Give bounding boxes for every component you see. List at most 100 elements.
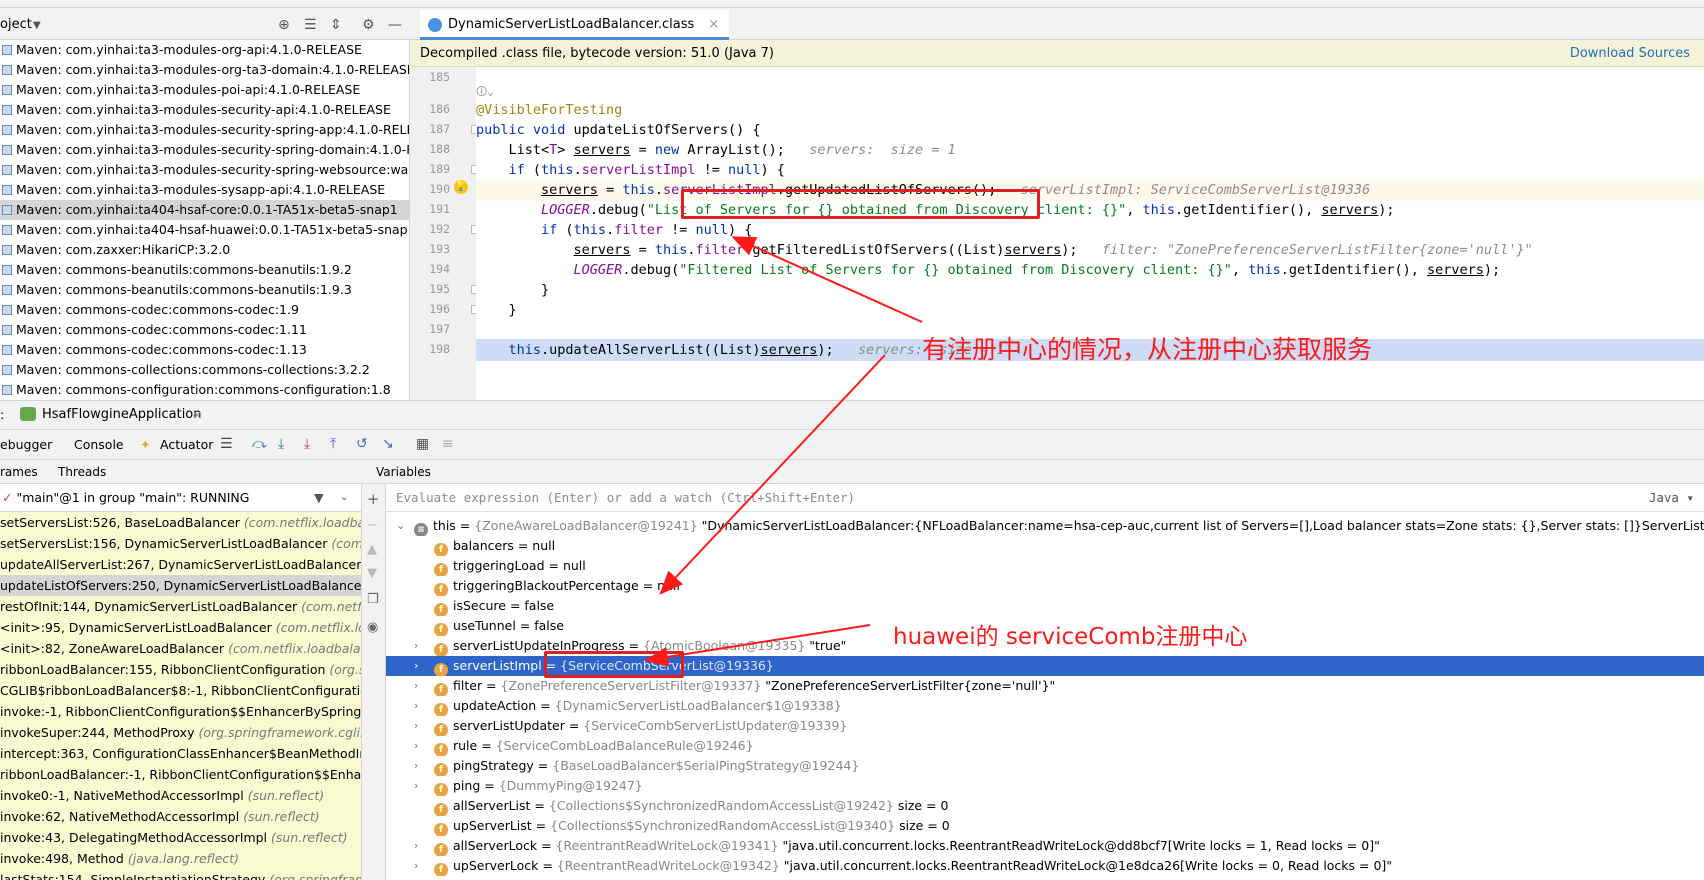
- project-tree-item[interactable]: Maven: com.yinhai:ta3-modules-security-s…: [0, 140, 409, 160]
- project-panel-title[interactable]: oject: [0, 17, 32, 32]
- variable-row[interactable]: f triggeringLoad = null: [386, 556, 1704, 576]
- chevron-right-icon[interactable]: ›: [414, 776, 418, 796]
- minimize-icon[interactable]: —: [388, 17, 402, 33]
- variable-row[interactable]: f balancers = null: [386, 536, 1704, 556]
- stack-frame[interactable]: intercept:363, ConfigurationClassEnhance…: [0, 743, 361, 764]
- variable-row[interactable]: › f filter = {ZonePreferenceServerListFilt…: [386, 676, 1704, 696]
- run-config-tab[interactable]: HsafFlowgineApplication: [42, 407, 202, 422]
- chevron-right-icon[interactable]: ›: [414, 736, 418, 756]
- stack-frame[interactable]: invoke:498, Method (java.lang.reflect): [0, 848, 361, 869]
- stack-frame[interactable]: CGLIB$ribbonLoadBalancer$8:-1, RibbonCli…: [0, 680, 361, 701]
- chevron-down-icon[interactable]: ▼: [33, 20, 41, 31]
- variable-row[interactable]: f triggeringBlackoutPercentage = null: [386, 576, 1704, 596]
- chevron-right-icon[interactable]: ›: [414, 656, 418, 676]
- stack-frame[interactable]: ribbonLoadBalancer:155, RibbonClientConf…: [0, 659, 361, 680]
- project-tree-item[interactable]: Maven: com.yinhai:ta3-modules-security-s…: [0, 120, 409, 140]
- add-watch-icon[interactable]: +: [367, 490, 380, 508]
- variable-row[interactable]: f upServerList = {Collections$Synchronize…: [386, 816, 1704, 836]
- project-tree-item[interactable]: Maven: commons-codec:commons-codec:1.9: [0, 300, 409, 320]
- step-into-icon[interactable]: ⤓: [278, 436, 284, 452]
- move-up-icon[interactable]: ▲: [367, 542, 377, 557]
- run-to-cursor-icon[interactable]: ↘: [382, 436, 394, 452]
- project-tree-item[interactable]: Maven: com.yinhai:ta3-modules-poi-api:4.…: [0, 80, 409, 100]
- chevron-right-icon[interactable]: ›: [414, 756, 418, 776]
- stack-frame[interactable]: invoke:-1, RibbonClientConfiguration$$En…: [0, 701, 361, 722]
- tab-debugger[interactable]: ebugger: [0, 437, 52, 452]
- copy-icon[interactable]: ❐: [367, 592, 379, 607]
- project-tree-item[interactable]: Maven: com.zaxxer:HikariCP:3.2.0: [0, 240, 409, 260]
- filter-icon[interactable]: ▼: [314, 484, 324, 512]
- variable-row[interactable]: ⌄ ≡ this = {ZoneAwareLoadBalancer@19241} "…: [386, 516, 1704, 536]
- chevron-right-icon[interactable]: ›: [414, 836, 418, 856]
- project-tree-item[interactable]: Maven: commons-beanutils:commons-beanuti…: [0, 280, 409, 300]
- tab-dynamic-server-list-load-balancer[interactable]: DynamicServerListLoadBalancer.class ×: [420, 10, 730, 40]
- chevron-down-icon[interactable]: ⌄: [396, 516, 405, 536]
- chevron-right-icon[interactable]: ›: [414, 856, 418, 876]
- expand-icon[interactable]: ⇕: [330, 17, 342, 33]
- variable-row[interactable]: › f upServerLock = {ReentrantReadWriteLock…: [386, 856, 1704, 876]
- stack-frame[interactable]: lastStats:154, SimpleInstantiationStrate…: [0, 869, 361, 880]
- chevron-right-icon[interactable]: ›: [414, 636, 418, 656]
- variable-row[interactable]: › f updateAction = {DynamicServerListLoadB…: [386, 696, 1704, 716]
- variable-row[interactable]: f isSecure = false: [386, 596, 1704, 616]
- project-tree-item[interactable]: Maven: com.yinhai:ta3-modules-org-ta3-do…: [0, 60, 409, 80]
- close-icon[interactable]: ×: [708, 17, 719, 32]
- locate-icon[interactable]: ⊕: [278, 17, 290, 33]
- project-tree-item[interactable]: Maven: commons-collections:commons-colle…: [0, 360, 409, 380]
- variable-row[interactable]: › f allServerLock = {ReentrantReadWriteLoc…: [386, 836, 1704, 856]
- project-tree-item[interactable]: Maven: com.yinhai:ta3-modules-org-api:4.…: [0, 40, 409, 60]
- stack-frame[interactable]: invoke0:-1, NativeMethodAccessorImpl (su…: [0, 785, 361, 806]
- variable-row[interactable]: › f serverListUpdater = {ServiceCombServer…: [386, 716, 1704, 736]
- chevron-right-icon[interactable]: ›: [414, 716, 418, 736]
- stack-frame[interactable]: restOfInit:144, DynamicServerListLoadBal…: [0, 596, 361, 617]
- stack-frame[interactable]: invoke:62, NativeMethodAccessorImpl (sun…: [0, 806, 361, 827]
- project-tree-item[interactable]: Maven: com.yinhai:ta3-modules-security-a…: [0, 100, 409, 120]
- stack-frame[interactable]: invokeSuper:244, MethodProxy (org.spring…: [0, 722, 361, 743]
- chevron-down-icon[interactable]: ⌄: [340, 484, 348, 512]
- thread-selector[interactable]: ✓ "main"@1 in group "main": RUNNING ▼ ⌄: [0, 484, 361, 512]
- project-tree-item[interactable]: Maven: com.yinhai:ta3-modules-security-s…: [0, 160, 409, 180]
- project-tree-item[interactable]: Maven: commons-configuration:commons-con…: [0, 380, 409, 400]
- collapse-all-icon[interactable]: ☰: [304, 17, 317, 33]
- trace-icon[interactable]: ≡: [442, 436, 454, 452]
- close-icon[interactable]: ×: [192, 407, 202, 422]
- project-tree-item[interactable]: Maven: commons-beanutils:commons-beanuti…: [0, 260, 409, 280]
- download-sources-link[interactable]: Download Sources: [1570, 40, 1690, 67]
- drop-frame-icon[interactable]: ↺: [356, 436, 368, 452]
- stack-frame[interactable]: <init>:82, ZoneAwareLoadBalancer (com.ne…: [0, 638, 361, 659]
- evaluate-expression-input[interactable]: Evaluate expression (Enter) or add a wat…: [386, 484, 1704, 512]
- project-tree-item[interactable]: Maven: commons-codec:commons-codec:1.13: [0, 340, 409, 360]
- variable-row[interactable]: › f ping = {DummyPing@19247}: [386, 776, 1704, 796]
- tab-console[interactable]: Console: [74, 437, 124, 452]
- evaluate-icon[interactable]: ▦: [416, 436, 429, 452]
- stack-frame[interactable]: ribbonLoadBalancer:-1, RibbonClientConfi…: [0, 764, 361, 785]
- menu-icon[interactable]: ☰: [220, 436, 233, 452]
- stack-frame[interactable]: setServersList:526, BaseLoadBalancer (co…: [0, 512, 361, 533]
- chevron-right-icon[interactable]: ›: [414, 696, 418, 716]
- tab-threads[interactable]: Threads: [58, 460, 106, 484]
- project-tree-item[interactable]: Maven: com.yinhai:ta404-hsaf-huawei:0.0.…: [0, 220, 409, 240]
- stack-frame[interactable]: <init>:95, DynamicServerListLoadBalancer…: [0, 617, 361, 638]
- language-selector[interactable]: Java ▾: [1649, 484, 1694, 512]
- tab-frames[interactable]: rames: [0, 460, 38, 484]
- gear-icon[interactable]: ⚙: [362, 17, 375, 33]
- project-tree-item[interactable]: Maven: com.yinhai:ta404-hsaf-core:0.0.1-…: [0, 200, 409, 220]
- variable-row[interactable]: › f pingStrategy = {BaseLoadBalancer$Seria…: [386, 756, 1704, 776]
- watch-eye-icon[interactable]: ◉: [367, 620, 378, 635]
- step-out-icon[interactable]: ⤒: [330, 436, 336, 452]
- project-tree-item[interactable]: Maven: commons-codec:commons-codec:1.11: [0, 320, 409, 340]
- stack-frame[interactable]: updateListOfServers:250, DynamicServerLi…: [0, 575, 361, 596]
- tab-actuator[interactable]: Actuator: [160, 437, 213, 452]
- variable-row[interactable]: f allServerList = {Collections$Synchroniz…: [386, 796, 1704, 816]
- stack-frame[interactable]: updateAllServerList:267, DynamicServerLi…: [0, 554, 361, 575]
- remove-watch-icon[interactable]: −: [367, 518, 378, 533]
- project-tree-item[interactable]: Maven: com.yinhai:ta3-modules-sysapp-api…: [0, 180, 409, 200]
- lightbulb-icon[interactable]: 💡: [454, 180, 468, 194]
- stack-frame[interactable]: invoke:43, DelegatingMethodAccessorImpl …: [0, 827, 361, 848]
- stack-frame[interactable]: setServersList:156, DynamicServerListLoa…: [0, 533, 361, 554]
- move-down-icon[interactable]: ▼: [367, 566, 377, 581]
- variable-row[interactable]: › f rule = {ServiceCombLoadBalanceRule@192…: [386, 736, 1704, 756]
- step-over-icon[interactable]: ⤼: [252, 436, 267, 452]
- force-step-into-icon[interactable]: ⤓: [304, 436, 310, 452]
- chevron-right-icon[interactable]: ›: [414, 676, 418, 696]
